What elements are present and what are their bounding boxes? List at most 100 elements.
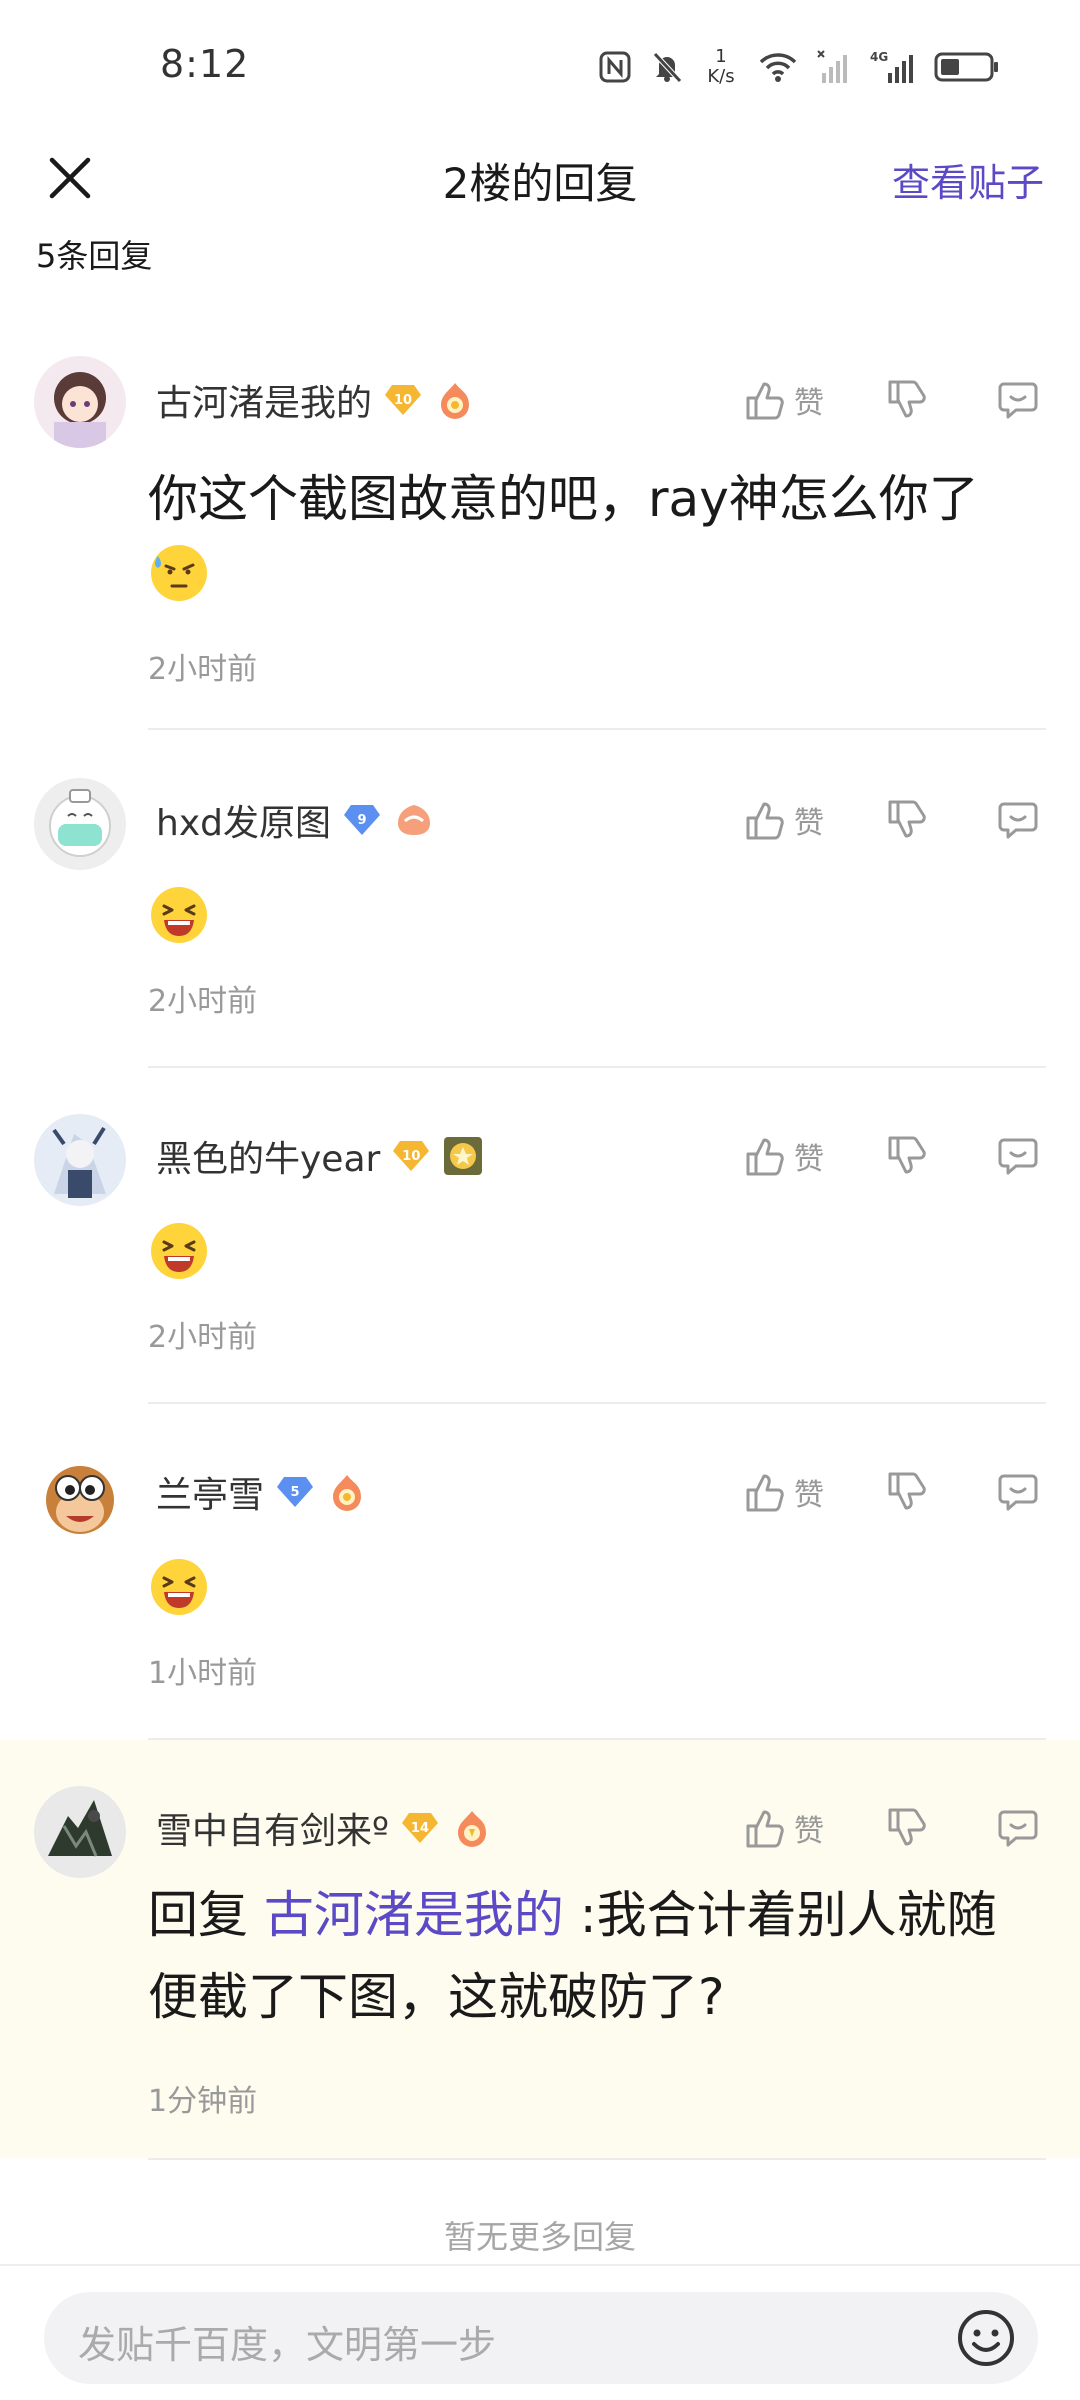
like-label: 赞 — [794, 806, 824, 841]
status-time: 8:12 — [160, 42, 250, 86]
flame-badge-icon — [434, 379, 476, 421]
comment-bubble-icon — [998, 1138, 1038, 1175]
comment-item: hxd发原图 9 赞 2小时前 — [0, 770, 1080, 1070]
like-button[interactable]: 赞 — [742, 378, 852, 422]
username-row: 雪中自有剑来º 14 — [156, 1798, 493, 1858]
comment-text: 你这个截图故意的吧，ray神怎么你了 — [148, 470, 979, 528]
level-badge: 10 — [384, 383, 422, 417]
like-button[interactable]: 赞 — [742, 798, 852, 842]
bottom-bar: 发贴千百度，文明第一步 — [0, 2264, 1080, 2400]
status-icons: 1 K/s 4G — [598, 40, 1000, 94]
comment-time: 1小时前 — [148, 1656, 258, 1691]
comment-content: 你这个截图故意的吧，ray神怎么你了 — [148, 458, 1040, 628]
dislike-button[interactable] — [852, 1470, 960, 1514]
comment-actions: 赞 — [742, 1126, 1040, 1186]
comment-bubble-icon — [998, 1474, 1038, 1511]
thumbs-down-icon — [888, 1808, 926, 1846]
avatar[interactable] — [34, 356, 126, 448]
divider — [148, 2158, 1046, 2160]
net-speed: 1 K/s — [702, 47, 740, 87]
bell-muted-icon — [650, 50, 684, 84]
level-badge: 14 — [401, 1811, 439, 1845]
flame-badge-icon — [393, 799, 435, 841]
view-post-link[interactable]: 查看贴子 — [892, 152, 1044, 207]
username[interactable]: hxd发原图 — [156, 794, 331, 846]
comment-bubble-icon — [998, 1810, 1038, 1847]
like-label: 赞 — [794, 1478, 824, 1513]
divider — [148, 1402, 1046, 1404]
comment-time: 1分钟前 — [148, 2084, 258, 2119]
header: 2楼的回复 查看贴子 — [0, 130, 1080, 230]
dislike-button[interactable] — [852, 378, 960, 422]
battery-icon — [934, 50, 1000, 84]
level-badge: 10 — [392, 1139, 430, 1173]
laughing-emoji — [148, 1556, 210, 1642]
signal-4g-icon: 4G — [870, 49, 916, 85]
comment-time: 2小时前 — [148, 1320, 258, 1355]
like-label: 赞 — [794, 1814, 824, 1849]
emoji-button[interactable] — [954, 2306, 1018, 2370]
username-row: 古河渚是我的 10 — [156, 370, 476, 430]
comment-item: 古河渚是我的 10 赞 你这个截图故意的吧，ray神怎么你了 2小时前 — [0, 350, 1080, 730]
reply-button[interactable] — [960, 1806, 1040, 1850]
no-more-replies: 暂无更多回复 — [443, 2218, 636, 2256]
thumbs-down-icon — [888, 380, 926, 418]
laughing-emoji — [148, 1220, 210, 1306]
avatar[interactable] — [34, 1450, 126, 1542]
laughing-emoji — [148, 884, 210, 970]
comment-input[interactable]: 发贴千百度，文明第一步 — [44, 2292, 1038, 2384]
star-badge-icon — [442, 1135, 484, 1177]
thumbs-up-icon — [746, 802, 784, 840]
username-row: 黑色的牛year 10 — [156, 1126, 484, 1186]
reply-target-link[interactable]: 古河渚是我的 — [264, 1886, 564, 1944]
reply-button[interactable] — [960, 378, 1040, 422]
comment-actions: 赞 — [742, 370, 1040, 430]
comment-item-highlighted: 雪中自有剑来º 14 赞 回复 古河渚是我的 :我合计着别人就随便截了下图，这就… — [0, 1778, 1080, 2160]
dislike-button[interactable] — [852, 1806, 960, 1850]
reply-button[interactable] — [960, 1470, 1040, 1514]
username[interactable]: 黑色的牛year — [156, 1130, 380, 1182]
username-row: hxd发原图 9 — [156, 790, 435, 850]
net-speed-unit: K/s — [707, 66, 735, 87]
like-label: 赞 — [794, 386, 824, 421]
level-badge: 9 — [343, 803, 381, 837]
reply-count: 5条回复 — [36, 237, 153, 275]
comment-time: 2小时前 — [148, 984, 258, 1019]
thumbs-up-icon — [746, 1810, 784, 1848]
divider — [148, 1066, 1046, 1068]
dislike-button[interactable] — [852, 798, 960, 842]
level-number: 14 — [410, 1820, 430, 1836]
comment-actions: 赞 — [742, 1462, 1040, 1522]
username-row: 兰亭雪 5 — [156, 1462, 368, 1522]
username[interactable]: 古河渚是我的 — [156, 374, 372, 426]
reply-button[interactable] — [960, 1134, 1040, 1178]
comment-content — [148, 1218, 1040, 1306]
flame-badge-icon — [451, 1807, 493, 1849]
avatar[interactable] — [34, 1786, 126, 1878]
dislike-button[interactable] — [852, 1134, 960, 1178]
level-number: 9 — [357, 812, 367, 828]
reply-prefix: 回复 — [148, 1886, 264, 1944]
flame-badge-icon — [326, 1471, 368, 1513]
thumbs-up-icon — [746, 1138, 784, 1176]
comment-item: 黑色的牛year 10 赞 2小时前 — [0, 1106, 1080, 1406]
divider — [148, 728, 1046, 730]
username[interactable]: 兰亭雪 — [156, 1466, 264, 1518]
comment-item: 兰亭雪 5 赞 1小时前 — [0, 1442, 1080, 1742]
thumbs-down-icon — [888, 800, 926, 838]
comment-content — [148, 1554, 1040, 1642]
like-button[interactable]: 赞 — [742, 1470, 852, 1514]
avatar[interactable] — [34, 778, 126, 870]
smiley-icon — [958, 2310, 1014, 2366]
comment-bubble-icon — [998, 802, 1038, 839]
username[interactable]: 雪中自有剑来º — [156, 1802, 389, 1854]
level-number: 10 — [393, 392, 413, 408]
comment-bubble-icon — [998, 382, 1038, 419]
level-badge: 5 — [276, 1475, 314, 1509]
like-button[interactable]: 赞 — [742, 1806, 852, 1850]
sweat-thinking-emoji — [148, 542, 210, 628]
comment-content — [148, 882, 1040, 970]
like-button[interactable]: 赞 — [742, 1134, 852, 1178]
reply-button[interactable] — [960, 798, 1040, 842]
avatar[interactable] — [34, 1114, 126, 1206]
